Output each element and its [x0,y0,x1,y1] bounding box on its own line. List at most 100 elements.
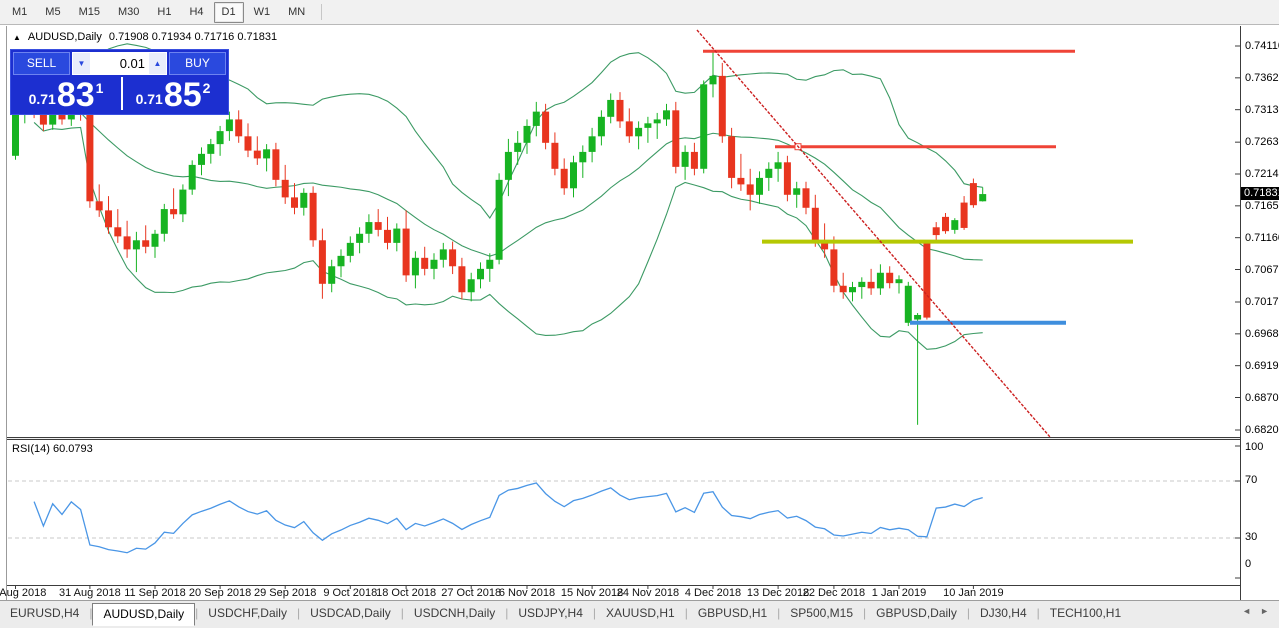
candle-body [142,240,149,246]
candle-body [189,165,196,190]
candle-body [635,128,642,136]
candle-body [96,201,103,210]
candle [654,113,661,139]
rsi-axis-label: 100 [1245,441,1263,453]
price-axis-label: 0.71650 [1245,200,1279,212]
candle [775,152,782,182]
candle-body [328,266,335,284]
candle-body [849,287,856,292]
timeframe-button-m5[interactable]: M5 [37,2,68,23]
tab-eurusd-h4[interactable]: EURUSD,H4 [0,603,89,623]
buy-price-point: 2 [203,80,211,96]
candle-body [458,266,465,292]
candle [710,51,717,97]
candle [533,102,540,136]
tab-usdchf-daily[interactable]: USDCHF,Daily [198,603,297,623]
tab-usdcnh-daily[interactable]: USDCNH,Daily [404,603,505,623]
sell-price-display[interactable]: 0.71 83 1 [13,75,119,112]
candle [310,186,317,246]
tab-scroll-right-icon[interactable]: ► [1260,606,1269,616]
candle-body [877,273,884,289]
candle [877,264,884,295]
collapse-panel-icon[interactable]: ▲ [13,33,21,42]
candle [737,154,744,191]
candle [328,260,335,292]
candle-body [449,249,456,266]
candle-body [970,183,977,205]
tab-scroll-left-icon[interactable]: ◄ [1242,606,1251,616]
buy-button[interactable]: BUY [169,52,226,75]
buy-price-prefix: 0.71 [136,91,163,107]
candle [868,269,875,295]
candle [570,156,577,198]
candle-body [124,236,131,249]
candle [458,258,465,300]
candle-body [356,234,363,243]
buy-price-display[interactable]: 0.71 85 2 [120,75,226,112]
candle-body [440,249,447,259]
timeframe-button-m15[interactable]: M15 [71,2,108,23]
timeframe-button-m30[interactable]: M30 [110,2,147,23]
tab-gbpusd-daily[interactable]: GBPUSD,Daily [866,603,967,623]
candle-body [886,273,893,283]
candle [477,262,484,288]
candle-body [728,136,735,178]
candle-body [105,210,112,227]
timeframe-button-mn[interactable]: MN [280,2,313,23]
candle [319,229,326,299]
current-price-label: 0.71831 [1241,187,1279,200]
candle-body [803,188,810,207]
candle [403,210,410,281]
candle [179,184,186,222]
candle-body [393,229,400,243]
timeframe-button-d1[interactable]: D1 [214,2,244,23]
lot-increase-icon[interactable]: ▲ [149,53,166,74]
candle-body [812,208,819,240]
tab-tech100-h1[interactable]: TECH100,H1 [1040,603,1131,623]
tab-dj30-h4[interactable]: DJ30,H4 [970,603,1037,623]
candle [691,143,698,175]
candle [896,275,903,293]
candle-body [514,143,521,152]
tab-sp500-m15[interactable]: SP500,M15 [780,603,863,623]
candle-body [114,227,121,236]
timeframe-button-w1[interactable]: W1 [246,2,279,23]
candle [672,102,679,173]
tab-gbpusd-h1[interactable]: GBPUSD,H1 [688,603,777,623]
lot-size-input[interactable] [90,53,149,74]
candle [124,221,131,258]
tab-usdcad-daily[interactable]: USDCAD,Daily [300,603,401,623]
tab-usdjpy-h4[interactable]: USDJPY,H4 [508,603,592,623]
candle-body [310,193,317,240]
lot-decrease-icon[interactable]: ▼ [73,53,90,74]
candle [784,156,791,201]
candle [598,110,605,145]
candle [914,313,921,425]
candle [617,92,624,128]
sell-button[interactable]: SELL [13,52,70,75]
candle-body [524,126,531,143]
candle-body [682,152,689,167]
candle-body [282,180,289,198]
timeframe-button-h1[interactable]: H1 [149,2,179,23]
tab-audusd-daily[interactable]: AUDUSD,Daily [92,603,195,626]
candle [272,143,279,187]
candle [384,217,391,249]
tab-xauusd-h1[interactable]: XAUUSD,H1 [596,603,685,623]
timeframe-button-m1[interactable]: M1 [4,2,35,23]
rsi-axis-label: 30 [1245,531,1257,543]
candle-body [338,256,345,266]
one-click-trading-panel: SELL ▼ ▲ BUY 0.71 83 1 0.71 85 2 [10,49,229,115]
candle [728,128,735,188]
rsi-line [34,483,983,553]
candle-body [942,217,949,231]
candle-body [533,112,540,126]
price-axis-label: 0.73130 [1245,104,1279,116]
price-axis-label: 0.73620 [1245,72,1279,84]
candle [830,236,837,292]
candle [189,160,196,194]
rsi-chart-canvas[interactable] [8,440,1240,585]
timeframe-button-h4[interactable]: H4 [181,2,211,23]
candle [133,232,140,272]
downtrend-line[interactable] [697,30,1050,437]
